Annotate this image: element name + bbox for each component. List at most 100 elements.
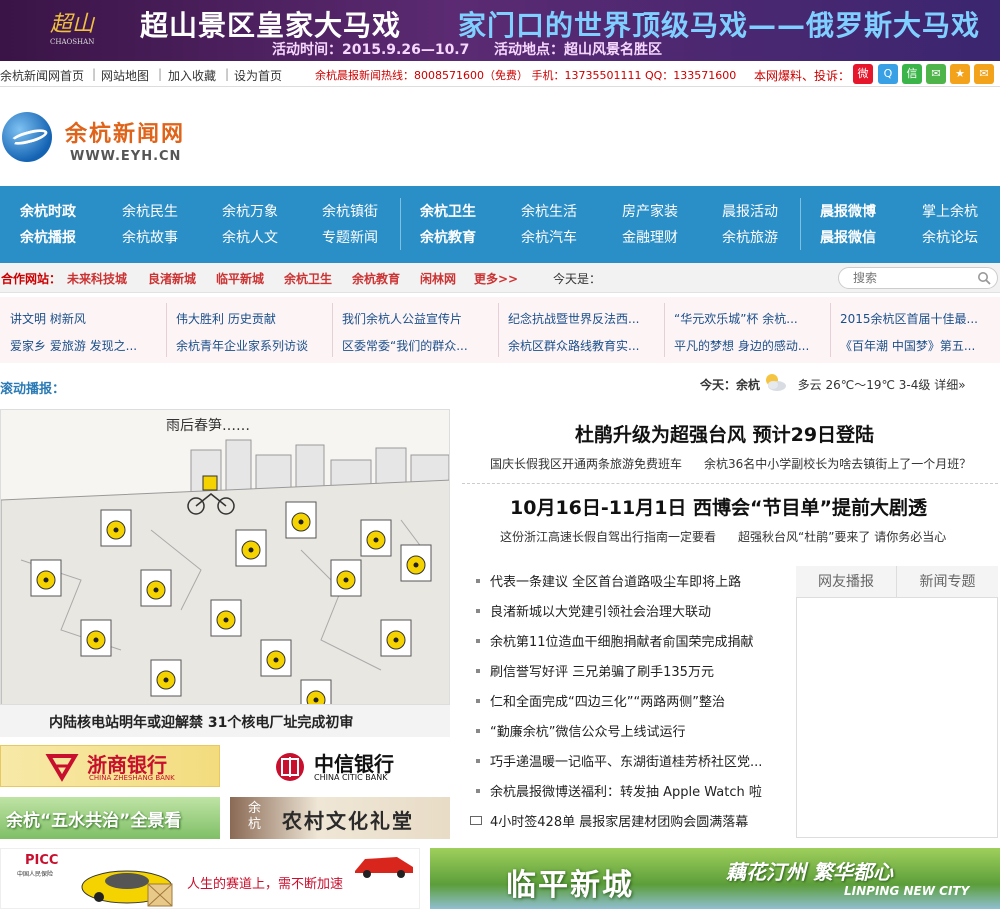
picc-insurance-ad[interactable]: PICC 中国人民保险 人生的赛道上，需不断加速 [0,848,420,909]
nav-item[interactable]: 余杭播报 [20,227,76,247]
news-list-item[interactable]: 巧手递温暖一记临平、东湖街道桂芳桥社区党... [490,751,762,770]
mail-icon[interactable]: ✉ [974,64,994,84]
scroll-news-label: 滚动播报： [0,382,66,397]
news-list-item[interactable]: 4小时签428单 晨报家居建材团购会圆满落幕 [490,811,748,830]
partner-link[interactable]: 未来科技城 [67,270,127,287]
partner-link[interactable]: 临平新城 [216,270,264,287]
nav-item[interactable]: 专题新闻 [322,227,378,247]
search-input[interactable] [853,270,973,286]
headline-1[interactable]: 杜鹃升级为超强台风 预计29日登陆 [575,420,874,447]
nav-item[interactable]: 余杭民生 [122,201,178,221]
partly-cloudy-icon [766,374,786,391]
news-list-item[interactable]: 余杭第11位造血干细胞捐献者俞国荣完成捐献 [490,631,754,650]
citic-bank-ad[interactable]: 中信银行 CHINA CITIC BANK [230,745,450,787]
nav-item[interactable]: 余杭人文 [222,227,278,247]
nav-item[interactable]: 余杭论坛 [922,227,978,247]
nav-item[interactable]: 晨报活动 [722,201,778,221]
rural-culture-ad[interactable]: 余杭 农村文化礼堂 [230,797,450,839]
topic-link[interactable]: 爱家乡 爱旅游 发现之... [10,337,137,354]
nuclear-barrel-icon [150,659,182,697]
nav-item[interactable]: 晨报微博 [820,201,876,221]
cartoon-caption-box: 雨后春笋…… [166,417,250,434]
star-icon[interactable]: ★ [950,64,970,84]
topic-divider [830,303,831,357]
nav-item[interactable]: 余杭镇街 [322,201,378,221]
top-banner-ad[interactable]: 超山 CHAOSHAN 超山景区皇家大马戏 家门口的世界顶级马戏——俄罗斯大马戏… [0,0,1000,61]
tab-news-topics[interactable]: 新闻专题 [897,566,998,598]
banner-logo-text: 超山 [50,12,95,37]
topic-link[interactable]: 《百年潮 中国梦》第五... [840,337,975,354]
bullet [476,609,480,613]
partner-link[interactable]: 余杭教育 [352,270,400,287]
nav-item[interactable]: 房产家装 [622,201,678,221]
nav-item[interactable]: 余杭旅游 [722,227,778,247]
weibo-icon[interactable]: 微 [853,64,873,84]
news-list-item[interactable]: 良渚新城以大党建引领社会治理大联动 [490,601,711,620]
topic-link[interactable]: 纪念抗战暨世界反法西... [508,310,639,327]
nav-item[interactable]: 余杭卫生 [420,201,476,221]
topic-link[interactable]: 余杭青年企业家系列访谈 [176,337,308,354]
nav-item[interactable]: 余杭汽车 [521,227,577,247]
topic-link[interactable]: 平凡的梦想 身边的感动... [674,337,809,354]
qq-icon[interactable]: Q [878,64,898,84]
favorite-link[interactable]: 加入收藏 [168,67,216,84]
nuclear-barrel-icon [380,619,412,657]
nav-item[interactable]: 余杭教育 [420,227,476,247]
hero-cartoon-image[interactable]: 雨后春笋…… [0,409,450,705]
set-homepage-link[interactable]: 设为首页 [234,67,282,84]
nav-item[interactable]: 余杭生活 [521,201,577,221]
weather-detail-link[interactable]: 详细» [934,378,965,392]
five-water-ad[interactable]: 余杭“五水共治”全景看 [0,797,220,839]
chat-icon[interactable]: ✉ [926,64,946,84]
partner-link[interactable]: 良渚新城 [148,270,196,287]
linping-newcity-ad[interactable]: 临平新城 藕花汀州 繁华都心 LINPING NEW CITY [430,848,1000,909]
partner-link[interactable]: 余杭卫生 [284,270,332,287]
today-label: 今天是： [553,272,602,286]
bullet [476,699,480,703]
nav-item[interactable]: 余杭万象 [222,201,278,221]
news-list-item[interactable]: 仁和全面完成“四边三化”“两路两侧”整治 [490,691,725,710]
wechat-icon[interactable]: 信 [902,64,922,84]
hero-caption[interactable]: 内陆核电站明年或迎解禁 31个核电厂址完成初审 [49,712,353,732]
headline-1-sub[interactable]: 余杭36名中小学副校长为啥去镇街上了一个月班？ [704,455,971,472]
tab-netizen-report[interactable]: 网友播报 [796,566,897,598]
topic-link[interactable]: 2015余杭区首届十佳最... [840,310,978,327]
more-partners-link[interactable]: 更多>> [474,270,518,287]
nav-item[interactable]: 晨报微信 [820,227,876,247]
topic-link[interactable]: 我们余杭人公益宣传片 [342,310,462,327]
nuclear-barrel-icon [285,501,317,539]
headline-2[interactable]: 10月16日-11月1日 西博会“节目单”提前大剧透 [510,493,927,520]
nav-item[interactable]: 余杭故事 [122,227,178,247]
topic-link[interactable]: “华元欢乐城”杯 余杭... [674,310,798,327]
news-list-item[interactable]: “勤廉余杭”微信公众号上线试运行 [490,721,685,740]
weather-condition: 多云 26℃～19℃ 3-4级 [797,378,931,392]
search-icon[interactable] [977,271,991,285]
crate-icon [147,883,173,907]
zheshang-bank-ad[interactable]: 浙商银行 CHINA ZHESHANG BANK [0,745,220,787]
topic-divider [664,303,665,357]
nav-item[interactable]: 金融理财 [622,227,678,247]
topic-link[interactable]: 区委常委“我们的群众... [342,337,468,354]
separator: | [92,67,97,81]
home-link[interactable]: 余杭新闻网首页 [0,67,84,84]
headline-1-sub[interactable]: 国庆长假我区开通两条旅游免费班车 [490,455,682,472]
site-name[interactable]: 余杭新闻网 [65,116,185,148]
headline-2-sub[interactable]: 这份浙江高速长假自驾出行指南一定要看 [500,528,716,545]
linping-main: 临平新城 [506,868,634,903]
partner-bar: 合作网站： 未来科技城 良渚新城 临平新城 余杭卫生 余杭教育 闲林网 更多>>… [0,263,1000,293]
partner-link[interactable]: 闲林网 [420,270,456,287]
nav-item[interactable]: 余杭时政 [20,201,76,221]
topic-link[interactable]: 伟大胜利 历史贡献 [176,310,276,327]
five-water-text: 余杭“五水共治”全景看 [6,811,182,831]
nav-item[interactable]: 掌上余杭 [922,201,978,221]
topic-link[interactable]: 余杭区群众路线教育实... [508,337,639,354]
partner-label: 合作网站： [1,272,62,286]
news-list-item[interactable]: 余杭晨报微博送福利：转发抽 Apple Watch 啦 [490,781,762,800]
tab-panel [796,566,998,838]
news-list-item[interactable]: 刷信誉写好评 三兄弟骗了刷手135万元 [490,661,714,680]
sitemap-link[interactable]: 网站地图 [101,67,149,84]
headline-2-sub[interactable]: 超强秋台风“杜鹃”要来了 请你务必当心 [738,528,946,545]
news-list-item[interactable]: 代表一条建议 全区首台道路吸尘车即将上路 [490,571,741,590]
topic-link[interactable]: 讲文明 树新风 [10,310,86,327]
nuclear-barrel-icon [80,619,112,657]
